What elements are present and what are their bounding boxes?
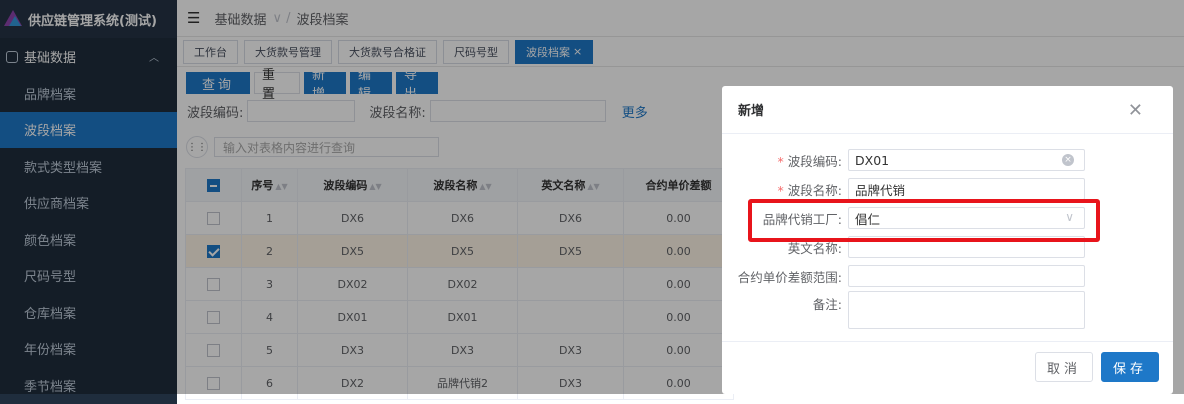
cancel-button[interactable]: 取消	[1035, 352, 1093, 382]
name-label: * 波段名称:	[777, 182, 842, 198]
close-icon[interactable]: ✕	[1128, 100, 1143, 121]
code-input[interactable]: DX01 ×	[848, 149, 1085, 171]
form-row-name: * 波段名称: 品牌代销	[722, 178, 1085, 200]
form-row-code: * 波段编码: DX01 ×	[722, 149, 1085, 171]
name-input[interactable]: 品牌代销	[848, 178, 1085, 200]
name-input-value: 品牌代销	[855, 182, 906, 198]
dialog-title: 新增	[722, 86, 1173, 134]
save-button[interactable]: 保存	[1101, 352, 1159, 382]
diff-input[interactable]	[848, 265, 1085, 287]
form-row-remark: 备注:	[722, 291, 1085, 329]
dialog-footer: 取消 保存	[722, 341, 1173, 394]
name-label-text: 波段名称:	[787, 182, 842, 198]
remark-textarea[interactable]	[848, 291, 1085, 329]
highlight-box	[748, 199, 1100, 242]
code-input-value: DX01	[855, 152, 890, 168]
code-label: * 波段编码:	[777, 153, 842, 169]
diff-label: 合约单价差额范围:	[737, 269, 842, 285]
form-row-diff: 合约单价差额范围:	[722, 265, 1085, 287]
code-label-text: 波段编码:	[787, 153, 842, 169]
clear-icon[interactable]: ×	[1062, 154, 1074, 166]
remark-label: 备注:	[812, 297, 842, 312]
